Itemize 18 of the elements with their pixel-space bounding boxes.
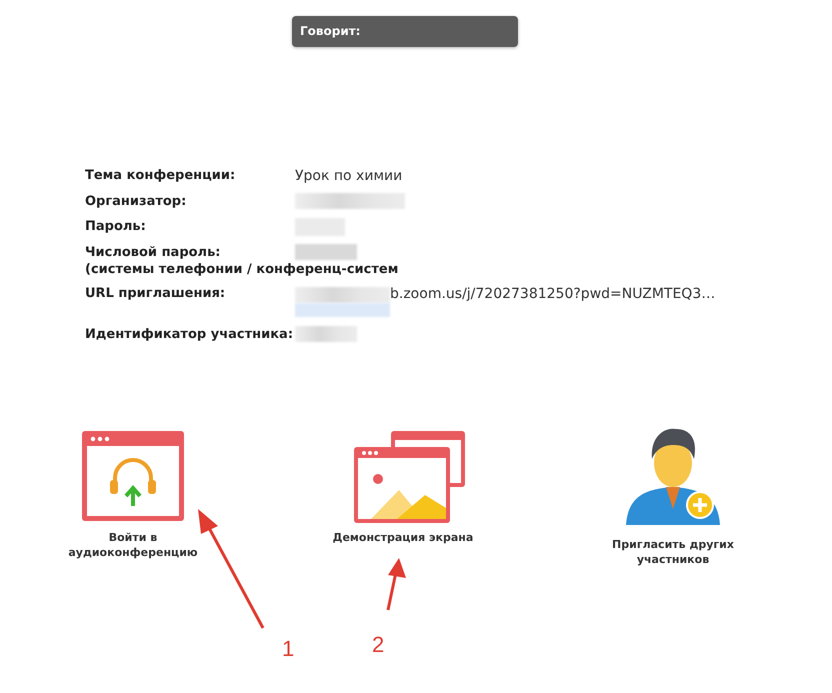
field-label: Тема конференции:: [85, 167, 236, 184]
annotation-number: 1: [282, 636, 294, 662]
field-label: Организатор:: [85, 192, 188, 210]
audio-button[interactable]: Войти в аудиоконференцию: [33, 425, 233, 560]
field-label: Числовой пароль:: [85, 244, 222, 260]
headphones-window-icon: [81, 430, 185, 522]
field-label: Идентификатор участника:: [85, 326, 294, 343]
invite-button[interactable]: Пригласить других участников: [573, 425, 773, 567]
annotation-number: 2: [372, 632, 384, 658]
field-value: Урок по химии: [295, 167, 402, 185]
invite-url[interactable]: b.zoom.us/j/72027381250?pwd=NUZMTEQ3…: [390, 284, 716, 302]
annotation-arrow: [386, 558, 406, 610]
field-label: Пароль:: [85, 218, 147, 235]
share-button[interactable]: Демонстрация экрана: [303, 425, 503, 545]
picture-windows-icon: [353, 430, 467, 524]
speaker-bar: Говорит:: [292, 16, 518, 47]
field-label-note: (системы телефонии / конференц-систем: [85, 260, 398, 278]
field-label: URL приглашения:: [85, 284, 226, 302]
